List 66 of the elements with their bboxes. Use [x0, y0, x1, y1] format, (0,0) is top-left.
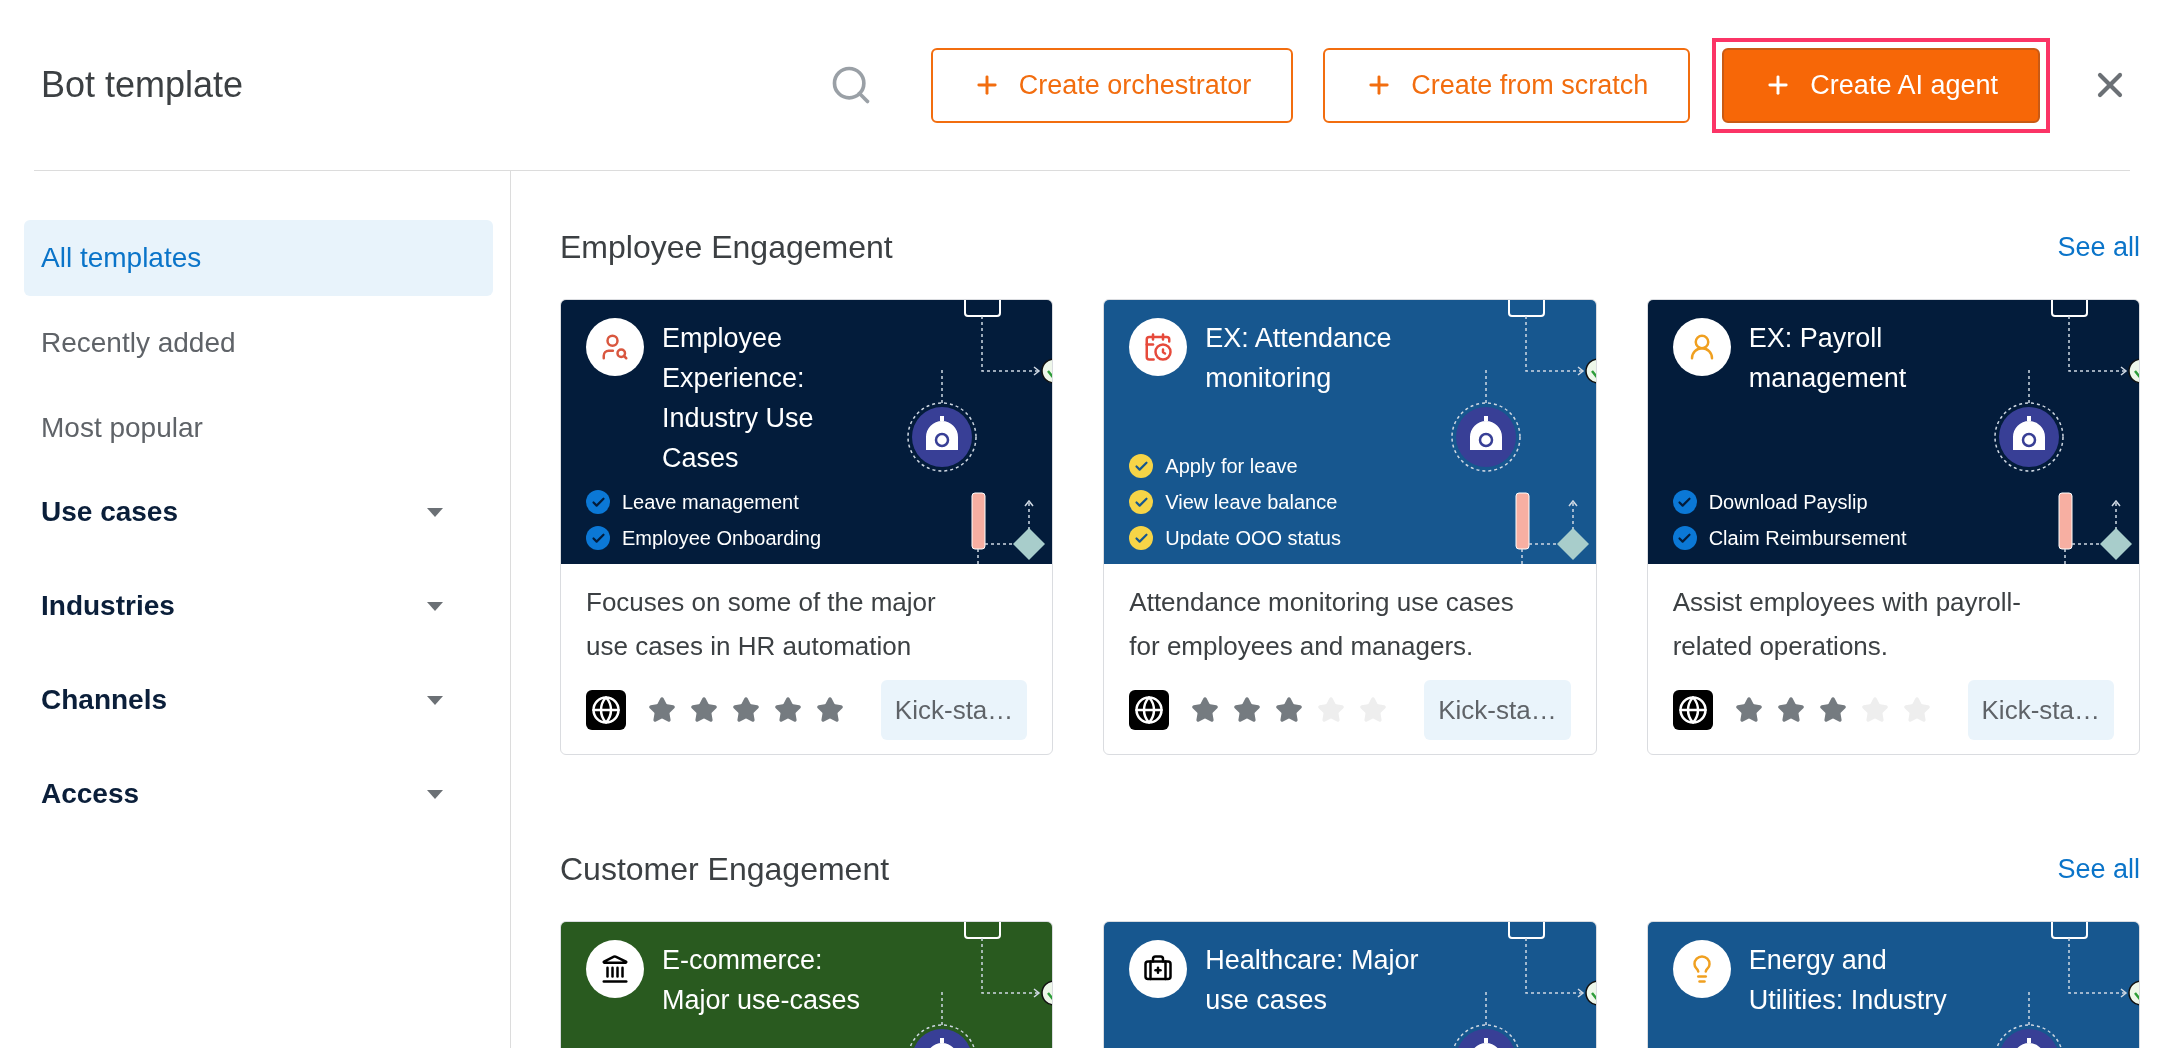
star-icon	[1275, 696, 1304, 724]
category-tag[interactable]: Kick-sta…	[1424, 680, 1571, 740]
star-icon	[1233, 696, 1262, 724]
card-title: EX: Payroll management	[1748, 322, 1908, 395]
primary-button[interactable]: Create AI agent	[1722, 47, 2040, 123]
caret-icon	[427, 601, 443, 611]
category-tag[interactable]: Kick-sta…	[880, 680, 1028, 740]
filter-dropdown[interactable]: Use cases	[24, 475, 493, 549]
card-description: Focuses on some of the major use cases in HR automation	[586, 586, 937, 663]
card-title: E-commerce: Major use-cases	[662, 944, 862, 1017]
sidebar-item[interactable]: Most popular	[24, 390, 493, 466]
card-description: Assist employees with payroll-related operations.	[1672, 586, 2022, 663]
feature-text: Apply for leave	[1165, 454, 1298, 479]
star-icon	[1191, 696, 1220, 724]
globe-icon	[1672, 690, 1713, 730]
feature-text: Update OOO status	[1165, 526, 1341, 551]
card-description: Attendance monitoring use cases for employees and managers.	[1129, 586, 1515, 663]
sidebar-item[interactable]: All templates	[24, 220, 493, 296]
bank-icon	[600, 954, 630, 984]
globe-icon	[586, 690, 626, 730]
star-icon	[774, 696, 802, 724]
see-all-link[interactable]: See all	[2057, 848, 2140, 890]
card-title: Energy and Utilities: Industry	[1748, 944, 1948, 1017]
check-icon	[1672, 526, 1697, 550]
filter-dropdown[interactable]: Access	[24, 757, 493, 831]
star-icon	[1776, 696, 1805, 724]
card-title: EX: Attendance monitoring	[1205, 322, 1393, 395]
category-tag[interactable]: Kick-sta…	[1967, 680, 2114, 740]
see-all-link[interactable]: See all	[2057, 226, 2140, 268]
template-card[interactable]: EX: Payroll management Download Payslip Claim Reimbursement Assist employees with payroll-related operations. Kick-sta…	[1646, 299, 2140, 755]
check-icon	[1129, 490, 1154, 514]
check-icon	[1672, 490, 1697, 514]
star-icon	[732, 696, 760, 724]
calendar-clock-icon	[1143, 332, 1174, 362]
star-icon	[690, 696, 718, 724]
section-title: Employee Engagement	[560, 228, 893, 267]
star-icon	[648, 696, 676, 724]
globe-icon	[1129, 690, 1170, 730]
star-icon	[1734, 696, 1763, 724]
template-card[interactable]: Healthcare: Major use cases	[1103, 921, 1597, 1048]
caret-icon	[427, 789, 443, 799]
caret-icon	[427, 695, 443, 705]
section-title: Customer Engagement	[560, 850, 890, 889]
check-icon	[586, 526, 610, 550]
sidebar-item[interactable]: Recently added	[24, 305, 493, 381]
feature-text: Download Payslip	[1708, 490, 1868, 515]
template-card[interactable]: Employee Experience: Industry Use Cases Leave management Employee Onboarding Focuses on some of the major use cases in HR automation Kick-sta…	[560, 299, 1054, 755]
star-icon	[816, 696, 844, 724]
person-search-icon	[600, 332, 630, 362]
card-title: Employee Experience: Industry Use Cases	[662, 322, 815, 475]
filter-dropdown[interactable]: Industries	[24, 569, 493, 643]
filter-dropdown[interactable]: Channels	[24, 663, 493, 737]
check-icon	[586, 490, 610, 514]
feature-text: Claim Reimbursement	[1708, 526, 1907, 551]
caret-icon	[427, 507, 443, 517]
card-title: Healthcare: Major use cases	[1205, 944, 1420, 1017]
check-icon	[1129, 454, 1154, 478]
feature-text: View leave balance	[1165, 490, 1338, 515]
template-card[interactable]: E-commerce: Major use-cases	[560, 921, 1054, 1048]
template-card[interactable]: EX: Attendance monitoring Apply for leave View leave balance Update OOO status Attendance monitoring use cases for employees and managers. Kick-sta…	[1103, 299, 1597, 755]
feature-text: Employee Onboarding	[622, 526, 821, 551]
template-card[interactable]: Energy and Utilities: Industry	[1646, 921, 2140, 1048]
dialog-title: Bot template	[40, 63, 244, 107]
star-icon	[1818, 696, 1847, 724]
check-icon	[1129, 526, 1154, 550]
feature-text: Leave management	[622, 490, 799, 515]
